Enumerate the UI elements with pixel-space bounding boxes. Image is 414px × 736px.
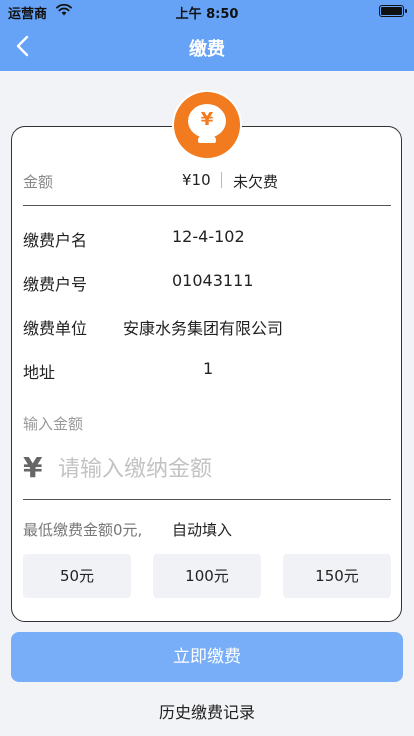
account-number-value: 01043111	[172, 271, 254, 290]
yen-coin-icon: ¥	[174, 92, 240, 158]
battery-icon	[379, 5, 407, 17]
payee-value: 安康水务集团有限公司	[123, 319, 284, 338]
coin-symbol: ¥	[188, 104, 226, 138]
account-number-label: 缴费户号	[23, 275, 88, 294]
payee-label: 缴费单位	[23, 319, 88, 338]
nav-bar: 缴费	[0, 22, 414, 71]
divider	[23, 205, 391, 206]
quick-amount-50-button[interactable]: 50元	[23, 554, 131, 598]
autofill-button[interactable]: 自动填入	[172, 519, 232, 540]
separator	[221, 172, 222, 188]
quick-amount-150-button[interactable]: 150元	[283, 554, 391, 598]
input-underline	[23, 499, 391, 500]
status-time: 上午 8:50	[175, 7, 239, 22]
amount-input[interactable]	[58, 451, 378, 487]
status-bar: 运营商 上午 8:50	[0, 0, 414, 22]
address-value: 1	[203, 359, 214, 378]
arrears-status: 未欠费	[233, 173, 279, 191]
page-title: 缴费	[189, 39, 225, 60]
amount-value: ¥10	[182, 171, 211, 189]
min-amount-hint: 最低缴费金额0元,	[23, 521, 143, 539]
payment-history-link[interactable]: 历史缴费记录	[0, 699, 414, 723]
quick-amount-100-button[interactable]: 100元	[153, 554, 261, 598]
top-header: 运营商 上午 8:50 缴费	[0, 0, 414, 71]
pay-now-button[interactable]: 立即缴费	[11, 632, 403, 682]
address-label: 地址	[23, 363, 56, 382]
account-name-value: 12-4-102	[172, 227, 245, 246]
yen-icon: ¥	[23, 451, 43, 484]
input-amount-label: 输入金额	[23, 415, 84, 433]
amount-label: 金额	[23, 173, 54, 191]
account-name-label: 缴费户名	[23, 231, 88, 250]
